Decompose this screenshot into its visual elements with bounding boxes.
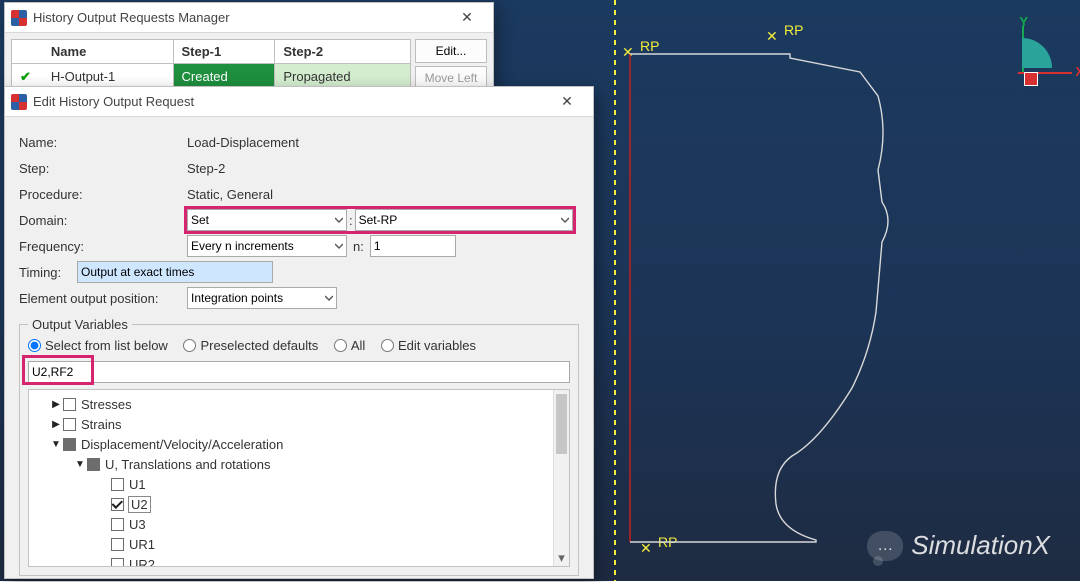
expand-icon: ▶ <box>49 419 63 430</box>
collapse-icon: ▼ <box>49 439 63 450</box>
manager-table[interactable]: Name Step-1 Step-2 ✔ H-Output-1 Created … <box>11 39 411 90</box>
output-variables-legend: Output Variables <box>28 317 132 332</box>
value-step: Step-2 <box>187 161 225 176</box>
radio-preselected[interactable]: Preselected defaults <box>183 338 318 353</box>
scroll-down-icon: ▾ <box>554 550 569 566</box>
label-name: Name: <box>19 135 187 150</box>
tree-item-dva[interactable]: ▼Displacement/Velocity/Acceleration <box>31 434 567 454</box>
expand-icon: ▶ <box>49 399 63 410</box>
tree-item-u[interactable]: ▼U, Translations and rotations <box>31 454 567 474</box>
col-name: Name <box>43 40 173 64</box>
variables-tree[interactable]: ▶Stresses ▶Strains ▼Displacement/Velocit… <box>28 389 570 567</box>
label-domain: Domain: <box>19 213 187 228</box>
label-timing: Timing: <box>19 265 77 280</box>
tree-item-u3[interactable]: U3 <box>31 514 567 534</box>
tree-scrollbar[interactable]: ▴ ▾ <box>553 390 569 566</box>
label-elem-pos: Element output position: <box>19 291 187 306</box>
symmetry-axis <box>614 0 615 581</box>
manager-titlebar[interactable]: History Output Requests Manager ✕ <box>5 3 493 33</box>
watermark-text: SimulationX <box>911 530 1050 561</box>
col-step1: Step-1 <box>173 40 275 64</box>
frequency-select[interactable]: Every n increments <box>187 235 347 257</box>
tree-item-stresses[interactable]: ▶Stresses <box>31 394 567 414</box>
label-procedure: Procedure: <box>19 187 187 202</box>
output-variables-group: Output Variables Select from list below … <box>19 317 579 576</box>
axis-x-label: X <box>1075 64 1080 79</box>
domain-set-select[interactable]: Set-RP <box>355 209 573 231</box>
label-frequency: Frequency: <box>19 239 187 254</box>
rp-label-top: RP <box>784 22 803 38</box>
check-icon: ✔ <box>20 69 35 84</box>
app-icon <box>11 94 27 110</box>
tree-item-u2[interactable]: U2 <box>31 494 567 514</box>
scroll-thumb <box>556 394 567 454</box>
radio-select-from-list[interactable]: Select from list below <box>28 338 168 353</box>
value-name: Load-Displacement <box>187 135 299 150</box>
app-icon <box>11 10 27 26</box>
view-triad: Y X <box>992 28 1066 102</box>
tree-item-ur1[interactable]: UR1 <box>31 534 567 554</box>
edit-button[interactable]: Edit... <box>415 39 487 63</box>
label-n: n: <box>353 239 364 254</box>
dialog-titlebar[interactable]: Edit History Output Request ✕ <box>5 87 593 117</box>
dialog-title: Edit History Output Request <box>33 94 547 109</box>
label-step: Step: <box>19 161 187 176</box>
tree-item-ur2[interactable]: UR2 <box>31 554 567 567</box>
element-output-position-select[interactable]: Integration points <box>187 287 337 309</box>
close-icon[interactable]: ✕ <box>447 4 487 32</box>
rp-marker-top: ✕ <box>766 28 778 45</box>
radio-edit-variables[interactable]: Edit variables <box>381 338 476 353</box>
axis-y-label: Y <box>1019 14 1028 29</box>
value-procedure: Static, General <box>187 187 273 202</box>
tree-item-u1[interactable]: U1 <box>31 474 567 494</box>
n-input[interactable] <box>370 235 456 257</box>
collapse-icon: ▼ <box>73 459 87 470</box>
close-icon[interactable]: ✕ <box>547 88 587 116</box>
radio-all[interactable]: All <box>334 338 365 353</box>
manager-title: History Output Requests Manager <box>33 10 447 25</box>
domain-type-select[interactable]: Set <box>187 209 347 231</box>
tree-item-strains[interactable]: ▶Strains <box>31 414 567 434</box>
timing-select[interactable]: Output at exact times <box>77 261 273 283</box>
col-step2: Step-2 <box>275 40 411 64</box>
history-output-manager-window: History Output Requests Manager ✕ Name S… <box>4 2 494 97</box>
output-variables-input[interactable] <box>28 361 570 383</box>
watermark: … SimulationX <box>867 530 1050 561</box>
edit-history-output-dialog: Edit History Output Request ✕ Name: Load… <box>4 86 594 579</box>
table-header-row: Name Step-1 Step-2 <box>12 40 411 64</box>
wechat-icon: … <box>867 531 903 561</box>
